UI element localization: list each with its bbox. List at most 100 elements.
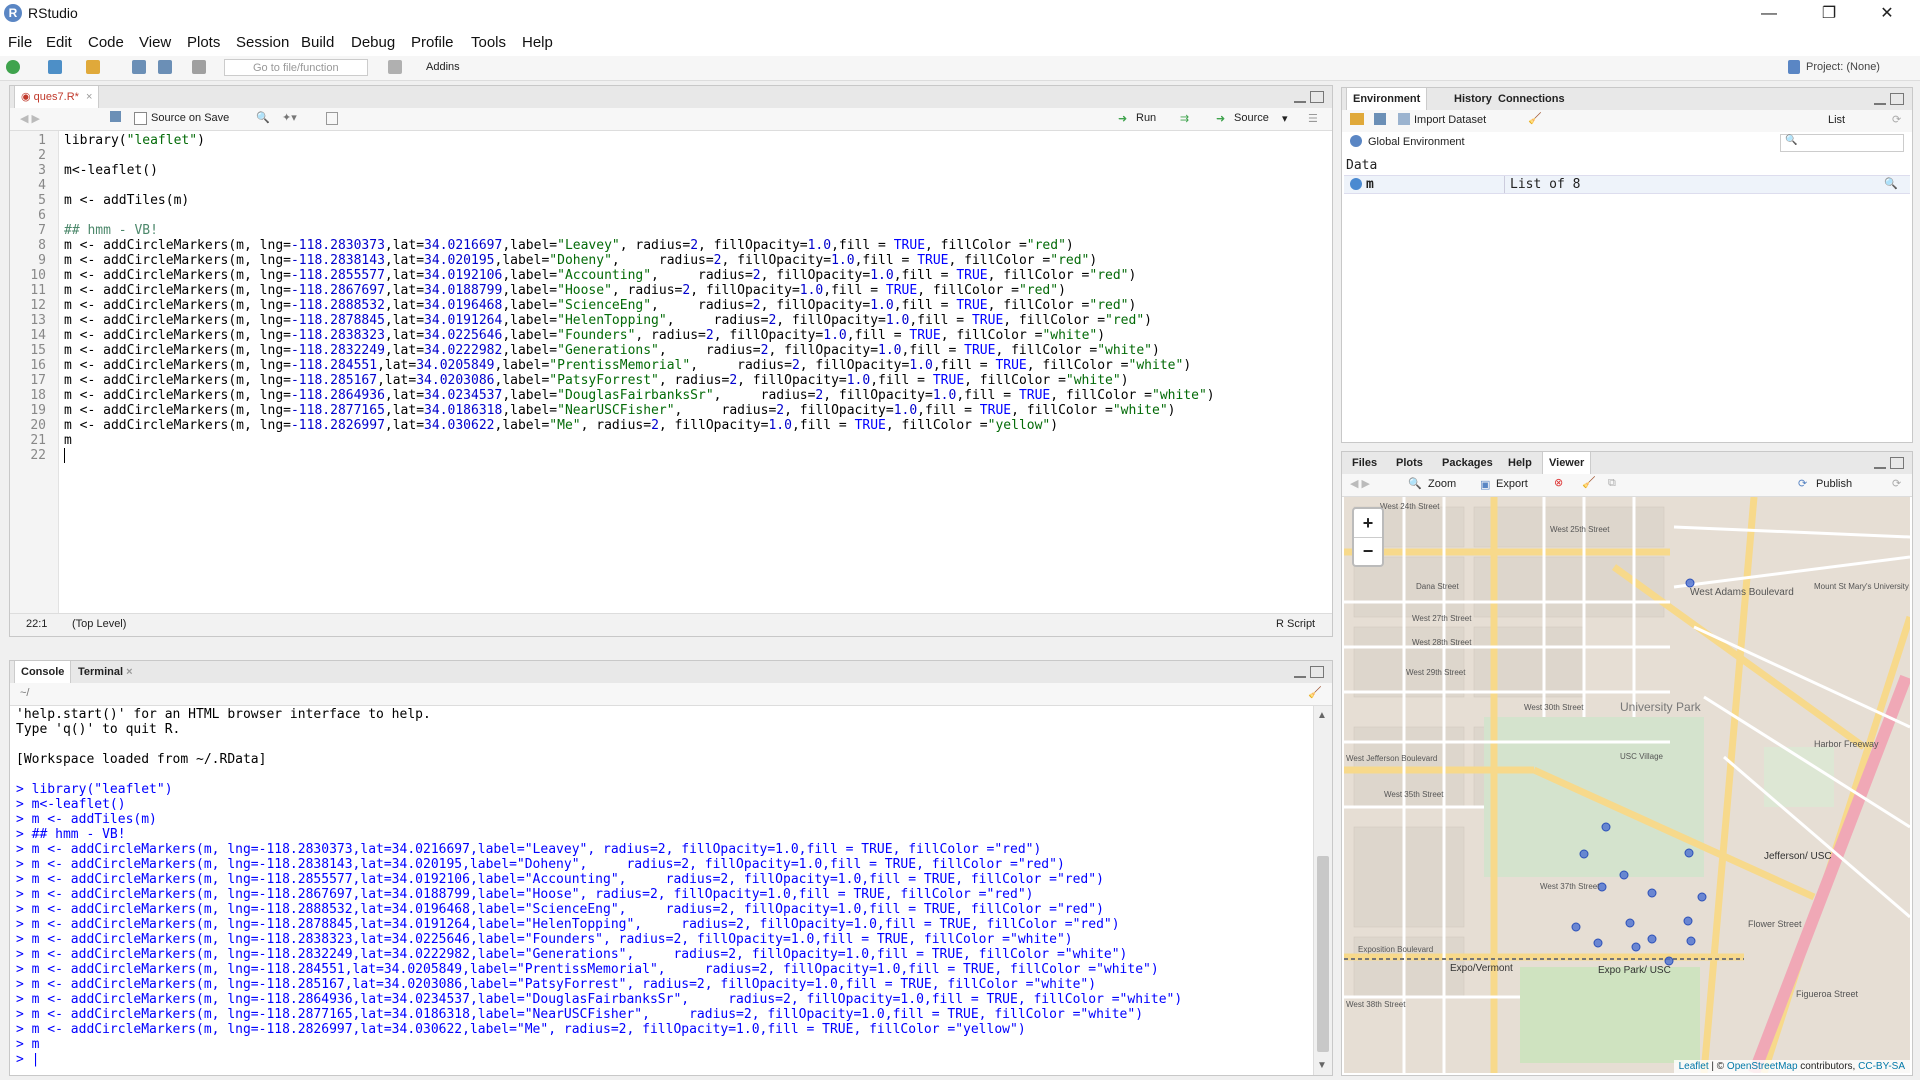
run-button[interactable]: Run <box>1136 112 1156 124</box>
env-search-input[interactable]: 🔍 <box>1780 134 1904 152</box>
code-line[interactable]: m <- addCircleMarkers(m, lng=-118.284551… <box>64 358 1215 373</box>
clear-viewer-icon[interactable]: 🧹 <box>1582 476 1596 489</box>
code-line[interactable] <box>64 448 1215 463</box>
stop-icon[interactable]: ⊗ <box>1554 476 1563 489</box>
code-line[interactable]: m <- addCircleMarkers(m, lng=-118.283037… <box>64 238 1215 253</box>
code-line[interactable]: ## hmm - VB! <box>64 223 1215 238</box>
back-icon[interactable]: ◀ ▶ <box>1350 477 1370 490</box>
menu-build[interactable]: Build <box>301 34 334 51</box>
close-icon[interactable]: ✕ <box>1864 0 1910 28</box>
tab-plots[interactable]: Plots <box>1390 452 1429 474</box>
console-scrollbar[interactable]: ▲ ▼ <box>1313 706 1332 1075</box>
code-area[interactable]: library("leaflet") m<-leaflet() m <- add… <box>64 133 1215 463</box>
outline-icon[interactable]: ☰ <box>1308 112 1318 125</box>
code-line[interactable]: library("leaflet") <box>64 133 1215 148</box>
menu-file[interactable]: File <box>8 34 32 51</box>
code-line[interactable]: m <- addCircleMarkers(m, lng=-118.288853… <box>64 298 1215 313</box>
minimize-env-icon[interactable] <box>1874 93 1886 105</box>
menu-debug[interactable]: Debug <box>351 34 395 51</box>
zoom-out-button[interactable]: − <box>1354 538 1382 565</box>
code-line[interactable] <box>64 178 1215 193</box>
refresh-viewer-icon[interactable]: ⟳ <box>1892 477 1901 490</box>
print-icon[interactable] <box>192 60 206 74</box>
scroll-thumb[interactable] <box>1317 856 1329 1052</box>
save-workspace-icon[interactable] <box>1374 113 1386 125</box>
maximize-console-icon[interactable] <box>1310 666 1324 678</box>
maximize-icon[interactable]: ❐ <box>1806 0 1852 28</box>
console-output[interactable]: 'help.start()' for an HTML browser inter… <box>16 707 1182 1067</box>
tab-help[interactable]: Help <box>1502 452 1538 474</box>
scroll-up-icon[interactable]: ▲ <box>1317 710 1327 721</box>
minimize-pane-icon[interactable] <box>1294 91 1306 103</box>
save-all-icon[interactable] <box>158 60 172 74</box>
close-tab-icon[interactable]: × <box>86 91 92 103</box>
zoom-button[interactable]: Zoom <box>1428 478 1456 490</box>
open-file-icon[interactable] <box>86 60 100 74</box>
license-link[interactable]: CC-BY-SA <box>1858 1061 1905 1072</box>
addins-menu[interactable]: Addins <box>426 61 460 73</box>
tab-history[interactable]: History <box>1448 88 1498 110</box>
menu-tools[interactable]: Tools <box>471 34 506 51</box>
project-menu[interactable]: Project: (None) <box>1806 61 1880 73</box>
wand-icon[interactable]: ✦▾ <box>282 111 297 124</box>
new-project-icon[interactable] <box>48 60 62 74</box>
tab-terminal[interactable]: Terminal × <box>72 661 139 683</box>
compile-report-icon[interactable] <box>326 112 338 125</box>
save-file-icon[interactable] <box>110 111 121 122</box>
tab-ques7[interactable]: ◉ ques7.R* × <box>14 86 100 108</box>
code-line[interactable]: m <- addCircleMarkers(m, lng=-118.282699… <box>64 418 1215 433</box>
import-dataset-button[interactable]: Import Dataset <box>1414 114 1486 126</box>
global-env-menu[interactable]: Global Environment <box>1368 136 1465 148</box>
filetype-menu[interactable]: R Script <box>1276 618 1315 630</box>
source-on-save-checkbox[interactable] <box>134 112 147 125</box>
tab-console[interactable]: Console <box>14 661 72 683</box>
code-line[interactable]: m <- addCircleMarkers(m, lng=-118.285557… <box>64 268 1215 283</box>
workspace-layout-icon[interactable] <box>388 60 402 74</box>
menu-code[interactable]: Code <box>88 34 124 51</box>
goto-file-input[interactable]: Go to file/function <box>224 59 368 76</box>
zoom-in-button[interactable]: + <box>1354 509 1382 538</box>
maximize-pane-icon[interactable] <box>1310 91 1324 103</box>
clear-console-icon[interactable]: 🧹 <box>1308 686 1322 699</box>
leaflet-map[interactable]: West 24th Street West 25th Street Dana S… <box>1344 497 1910 1073</box>
code-line[interactable]: m <- addCircleMarkers(m, lng=-118.286493… <box>64 388 1215 403</box>
new-file-icon[interactable] <box>6 60 20 74</box>
back-icon[interactable]: ◀ ▶ <box>20 112 40 125</box>
tab-files[interactable]: Files <box>1346 452 1383 474</box>
menu-edit[interactable]: Edit <box>46 34 72 51</box>
menu-profile[interactable]: Profile <box>411 34 454 51</box>
scope-menu[interactable]: (Top Level) <box>72 618 126 630</box>
menu-session[interactable]: Session <box>236 34 289 51</box>
env-row-m[interactable]: m List of 8 🔍 <box>1344 175 1910 194</box>
minimize-console-icon[interactable] <box>1294 666 1306 678</box>
rerun-icon[interactable]: ⇉ <box>1180 112 1189 125</box>
chevron-down-icon[interactable]: ▾ <box>1282 112 1288 125</box>
list-view-menu[interactable]: List <box>1828 114 1845 126</box>
code-line[interactable] <box>64 208 1215 223</box>
refresh-icon[interactable]: ⟳ <box>1892 113 1901 126</box>
tab-packages[interactable]: Packages <box>1436 452 1499 474</box>
code-line[interactable]: m <- addCircleMarkers(m, lng=-118.287884… <box>64 313 1215 328</box>
code-line[interactable]: m <- addCircleMarkers(m, lng=-118.285167… <box>64 373 1215 388</box>
tab-environment[interactable]: Environment <box>1346 88 1428 110</box>
export-menu[interactable]: Export <box>1496 478 1528 490</box>
code-line[interactable]: m <- addCircleMarkers(m, lng=-118.286769… <box>64 283 1215 298</box>
code-line[interactable]: m <- addTiles(m) <box>64 193 1215 208</box>
code-line[interactable]: m <- addCircleMarkers(m, lng=-118.283814… <box>64 253 1215 268</box>
minimize-viewer-icon[interactable] <box>1874 457 1886 469</box>
search-icon[interactable]: 🔍 <box>256 111 270 124</box>
load-workspace-icon[interactable] <box>1350 113 1364 125</box>
expand-icon[interactable] <box>1350 178 1362 190</box>
popout-icon[interactable]: ⧉ <box>1608 477 1616 490</box>
minimize-icon[interactable]: — <box>1746 0 1792 28</box>
code-line[interactable]: m <box>64 433 1215 448</box>
code-line[interactable] <box>64 148 1215 163</box>
broom-icon[interactable]: 🧹 <box>1528 112 1542 125</box>
code-line[interactable]: m <- addCircleMarkers(m, lng=-118.287716… <box>64 403 1215 418</box>
maximize-env-icon[interactable] <box>1890 93 1904 105</box>
source-button[interactable]: Source <box>1234 112 1269 124</box>
menu-plots[interactable]: Plots <box>187 34 220 51</box>
tab-connections[interactable]: Connections <box>1492 88 1571 110</box>
code-line[interactable]: m <- addCircleMarkers(m, lng=-118.283224… <box>64 343 1215 358</box>
maximize-viewer-icon[interactable] <box>1890 457 1904 469</box>
